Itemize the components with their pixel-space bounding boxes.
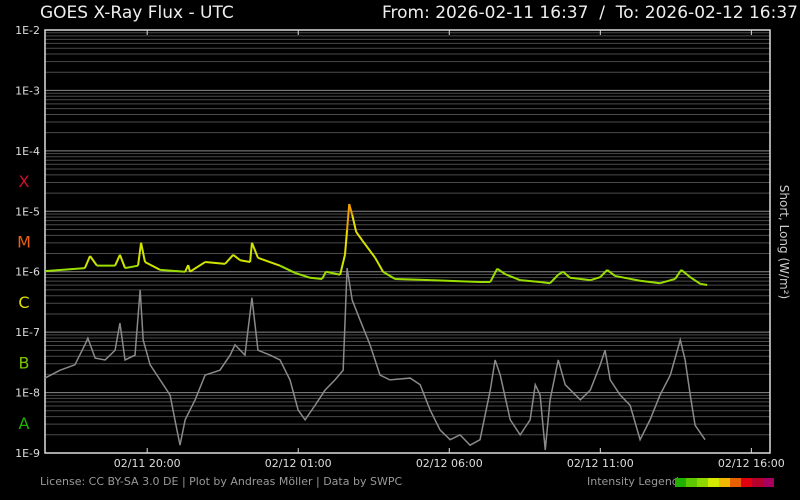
license-text: License: CC BY-SA 3.0 DE | Plot by Andre… xyxy=(40,475,403,488)
y-tick-label: 1E-8 xyxy=(15,387,40,400)
legend-swatch xyxy=(708,478,719,487)
x-tick-label: 02/12 01:00 xyxy=(265,457,332,470)
long-flux-segment xyxy=(189,261,206,273)
long-flux-segment xyxy=(239,259,251,264)
y-tick-label: 1E-3 xyxy=(15,84,40,97)
flare-class-A: A xyxy=(19,414,30,433)
long-flux-segment xyxy=(124,264,139,270)
legend-swatch xyxy=(719,478,730,487)
long-flux-segment xyxy=(205,261,226,265)
x-tick-label: 02/12 06:00 xyxy=(416,457,483,470)
long-flux-segment xyxy=(346,203,351,231)
flare-class-M: M xyxy=(17,233,31,252)
long-flux-segment xyxy=(309,276,323,280)
long-flux-segment xyxy=(489,268,499,283)
long-flux-segment xyxy=(44,267,85,273)
long-flux-segment xyxy=(395,277,431,282)
long-flux-segment xyxy=(140,242,146,263)
long-flux-segment xyxy=(374,257,384,273)
y-tick-label: 1E-5 xyxy=(15,205,40,218)
legend-swatch xyxy=(686,478,697,487)
long-flux-segment xyxy=(294,271,311,279)
xray-flux-chart: 1E-9 1E-8 1E-7 1E-6 1E-5 1E-4 1E-3 1E-2 X M C B A 02/… xyxy=(15,24,791,470)
long-flux-segment xyxy=(539,280,551,285)
long-flux-segment xyxy=(257,256,281,267)
long-flux-segment xyxy=(355,231,364,241)
legend-swatch xyxy=(697,478,708,487)
series-long xyxy=(44,203,708,286)
long-flux-segment xyxy=(700,282,708,286)
long-flux-segment xyxy=(614,274,641,282)
legend-swatch xyxy=(763,478,774,487)
long-flux-segment xyxy=(430,279,481,283)
long-flux-segment xyxy=(520,279,541,283)
long-flux-segment xyxy=(250,242,259,259)
x-tick-label: 02/12 11:00 xyxy=(567,457,634,470)
flare-class-X: X xyxy=(19,172,30,191)
long-flux-segment xyxy=(343,229,349,255)
legend-swatch xyxy=(741,478,752,487)
y-tick-label: 1E-6 xyxy=(15,266,40,279)
long-flux-segment xyxy=(689,276,701,285)
legend-swatch xyxy=(752,478,763,487)
x-tick-label: 02/11 20:00 xyxy=(114,457,181,470)
y-tick-label: 1E-2 xyxy=(15,24,40,37)
flare-class-B: B xyxy=(19,353,30,372)
y-tick-label: 1E-7 xyxy=(15,326,40,339)
intensity-legend xyxy=(675,478,774,487)
y-tick-label: 1E-9 xyxy=(15,447,40,460)
long-flux-segment xyxy=(83,255,91,269)
y-axis-label: Short, Long (W/m²) xyxy=(777,185,791,299)
long-flux-segment xyxy=(224,254,234,265)
legend-swatch xyxy=(730,478,741,487)
long-flux-segment xyxy=(89,255,98,267)
flare-class-C: C xyxy=(18,293,29,312)
long-flux-segment xyxy=(680,269,691,278)
long-flux-segment xyxy=(569,276,591,282)
long-flux-segment xyxy=(144,261,161,271)
intensity-legend-label: Intensity Legend xyxy=(587,475,679,488)
long-flux-segment xyxy=(249,242,253,263)
legend-swatch xyxy=(675,478,686,487)
long-flux-segment xyxy=(606,269,616,277)
y-tick-label: 1E-4 xyxy=(15,145,40,158)
long-flux-segment xyxy=(232,254,241,262)
long-flux-segment xyxy=(549,274,559,284)
x-tick-label: 02/12 16:00 xyxy=(718,457,785,470)
long-flux-segment xyxy=(599,269,608,278)
long-flux-segment xyxy=(137,242,143,266)
long-flux-segment xyxy=(118,254,126,269)
long-flux-segment xyxy=(114,254,121,267)
